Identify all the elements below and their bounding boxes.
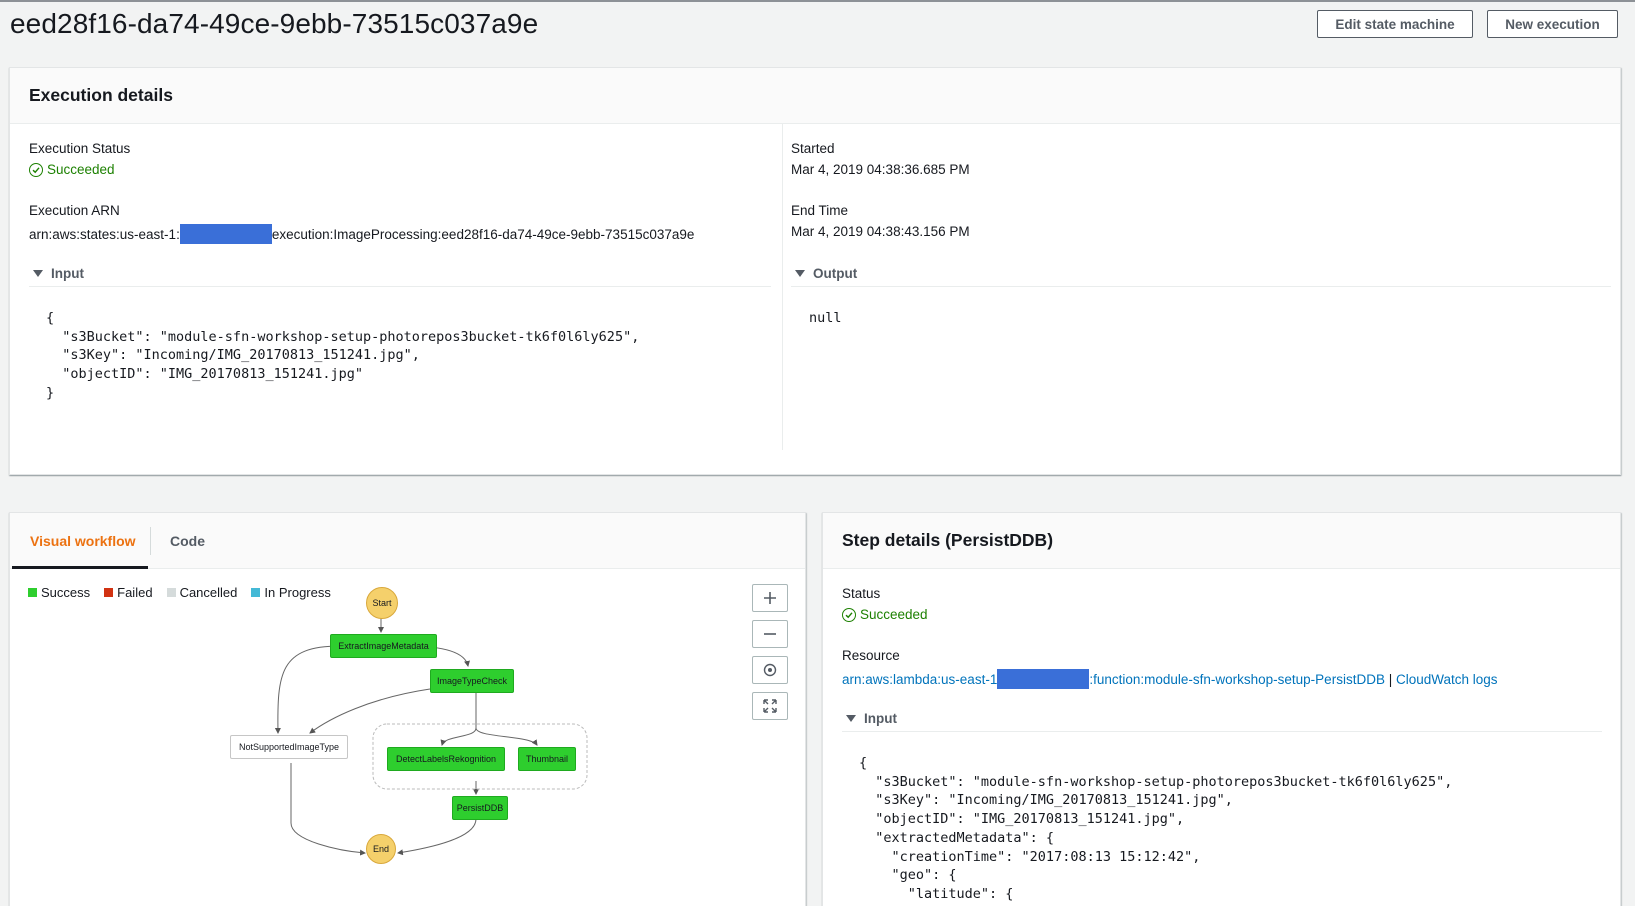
- node-persist-ddb[interactable]: PersistDDB: [452, 796, 508, 820]
- node-end[interactable]: End: [366, 834, 396, 864]
- execution-arn-suffix: execution:ImageProcessing:eed28f16-da74-…: [271, 227, 695, 242]
- center-graph-button[interactable]: [752, 656, 788, 684]
- column-divider: [782, 124, 783, 450]
- node-extract-image-metadata[interactable]: ExtractImageMetadata: [330, 634, 437, 658]
- divider: [29, 286, 771, 287]
- output-expander[interactable]: Output: [795, 266, 857, 281]
- started-value: Mar 4, 2019 04:38:36.685 PM: [791, 162, 970, 177]
- step-status-label: Status: [842, 586, 881, 601]
- execution-details-panel: Execution details Execution Status Succe…: [9, 67, 1621, 475]
- step-status-text: Succeeded: [860, 607, 928, 622]
- caret-down-icon: [795, 270, 805, 277]
- node-image-type-check[interactable]: ImageTypeCheck: [430, 669, 514, 693]
- node-thumbnail[interactable]: Thumbnail: [518, 747, 576, 771]
- new-execution-button[interactable]: New execution: [1487, 10, 1618, 38]
- resource-arn-prefix: arn:aws:lambda:us-east-1: [842, 672, 998, 687]
- input-expander-label: Input: [51, 266, 84, 281]
- started-label: Started: [791, 141, 835, 156]
- resource-value: arn:aws:lambda:us-east-1 :function:module…: [842, 669, 1498, 689]
- execution-output-json: null: [809, 310, 842, 326]
- caret-down-icon: [33, 270, 43, 277]
- resource-arn-link[interactable]: arn:aws:lambda:us-east-1 :function:module…: [842, 669, 1385, 689]
- check-circle-icon: [842, 607, 856, 622]
- minus-icon: [764, 633, 776, 635]
- node-detect-labels-rekognition[interactable]: DetectLabelsRekognition: [387, 747, 505, 771]
- page-title: eed28f16-da74-49ce-9ebb-73515c037a9e: [10, 8, 539, 39]
- check-circle-icon: [29, 162, 43, 177]
- divider: [842, 731, 1602, 732]
- plus-icon: [764, 592, 776, 604]
- end-time-value: Mar 4, 2019 04:38:43.156 PM: [791, 224, 970, 239]
- step-details-panel: Step details (PersistDDB) Status Succeed…: [822, 512, 1621, 906]
- step-input-expander[interactable]: Input: [846, 711, 897, 726]
- node-start[interactable]: Start: [366, 587, 398, 619]
- step-status-value: Succeeded: [842, 607, 928, 622]
- step-input-json: { "s3Bucket": "module-sfn-workshop-setup…: [859, 755, 1453, 902]
- zoom-out-button[interactable]: [752, 620, 788, 648]
- zoom-in-button[interactable]: [752, 584, 788, 612]
- step-input-label: Input: [864, 711, 897, 726]
- redacted-account-id: [179, 224, 272, 244]
- resource-arn-suffix: :function:module-sfn-workshop-setup-Pers…: [1089, 672, 1385, 687]
- execution-status-text: Succeeded: [47, 162, 115, 177]
- fit-icon: [763, 699, 777, 713]
- execution-status-label: Execution Status: [29, 141, 131, 156]
- fit-graph-button[interactable]: [752, 692, 788, 720]
- caret-down-icon: [846, 715, 856, 722]
- resource-label: Resource: [842, 648, 900, 663]
- workflow-panel: Visual workflow Code Success Failed Canc…: [9, 512, 806, 906]
- redacted-account-id: [997, 669, 1090, 689]
- workflow-graph-edges: [274, 617, 588, 856]
- input-expander[interactable]: Input: [33, 266, 84, 281]
- execution-status-value: Succeeded: [29, 162, 115, 177]
- center-icon: [763, 663, 777, 677]
- execution-arn-prefix: arn:aws:states:us-east-1:: [29, 227, 180, 242]
- edit-state-machine-button[interactable]: Edit state machine: [1317, 10, 1473, 38]
- output-expander-label: Output: [813, 266, 858, 281]
- execution-arn-label: Execution ARN: [29, 203, 120, 218]
- execution-details-heading: Execution details: [10, 68, 1620, 124]
- step-details-heading: Step details (PersistDDB): [823, 513, 1620, 569]
- cloudwatch-logs-link[interactable]: CloudWatch logs: [1396, 672, 1498, 687]
- end-time-label: End Time: [791, 203, 849, 218]
- node-not-supported-image-type[interactable]: NotSupportedImageType: [230, 735, 348, 759]
- execution-input-json: { "s3Bucket": "module-sfn-workshop-setup…: [46, 310, 640, 401]
- resource-separator: |: [1388, 672, 1393, 687]
- execution-arn-value: arn:aws:states:us-east-1: execution:Image…: [29, 224, 694, 244]
- divider: [791, 286, 1611, 287]
